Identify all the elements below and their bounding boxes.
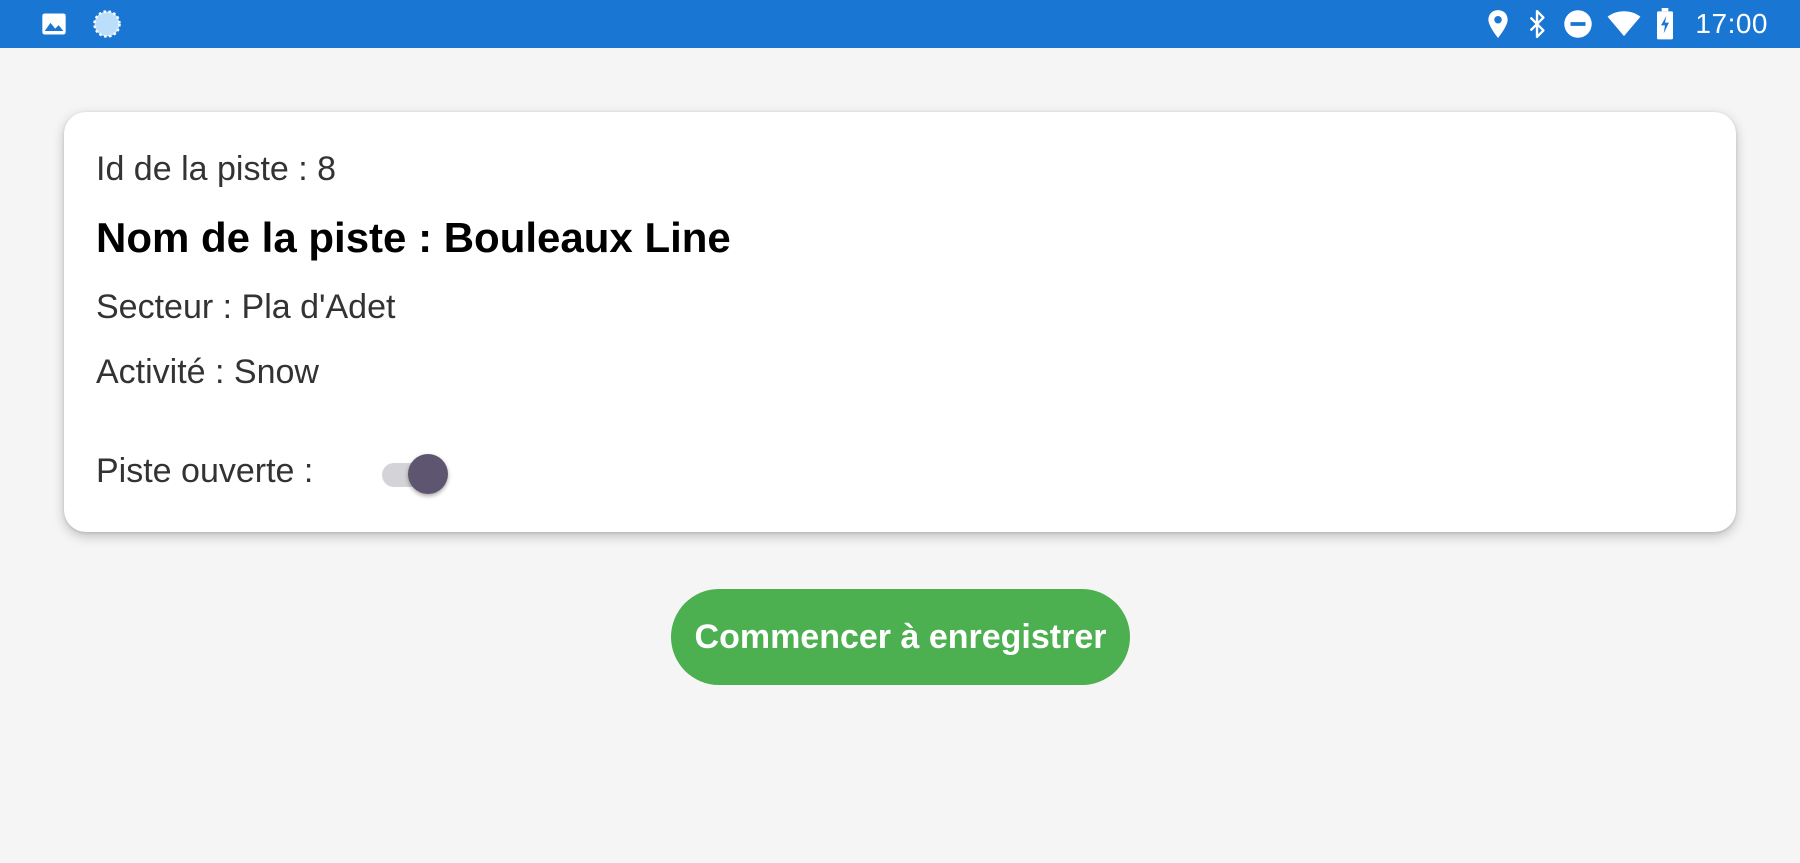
trail-open-toggle[interactable] <box>374 452 448 496</box>
status-left-icons <box>40 0 122 48</box>
trail-info-card: Id de la piste : 8 Nom de la piste : Bou… <box>64 112 1736 532</box>
toggle-thumb <box>408 454 448 494</box>
status-bar: 17:00 <box>0 0 1800 48</box>
trail-name-text: Nom de la piste : Bouleaux Line <box>96 214 731 261</box>
do-not-disturb-icon <box>1563 9 1593 39</box>
status-time: 17:00 <box>1695 8 1768 39</box>
trail-activity-text: Activité : Snow <box>96 353 319 391</box>
start-recording-button[interactable]: Commencer à enregistrer <box>671 589 1130 685</box>
wifi-icon <box>1607 10 1641 38</box>
bluetooth-icon <box>1525 9 1549 39</box>
trail-sector-text: Secteur : Pla d'Adet <box>96 288 396 326</box>
battery-charging-icon <box>1655 8 1675 40</box>
trail-id-text: Id de la piste : 8 <box>96 150 337 188</box>
image-icon <box>40 10 68 38</box>
location-icon <box>1485 9 1511 39</box>
trail-open-label: Piste ouverte : <box>96 452 314 490</box>
loading-icon <box>92 9 122 39</box>
status-right-icons: 17:00 <box>1485 0 1768 48</box>
